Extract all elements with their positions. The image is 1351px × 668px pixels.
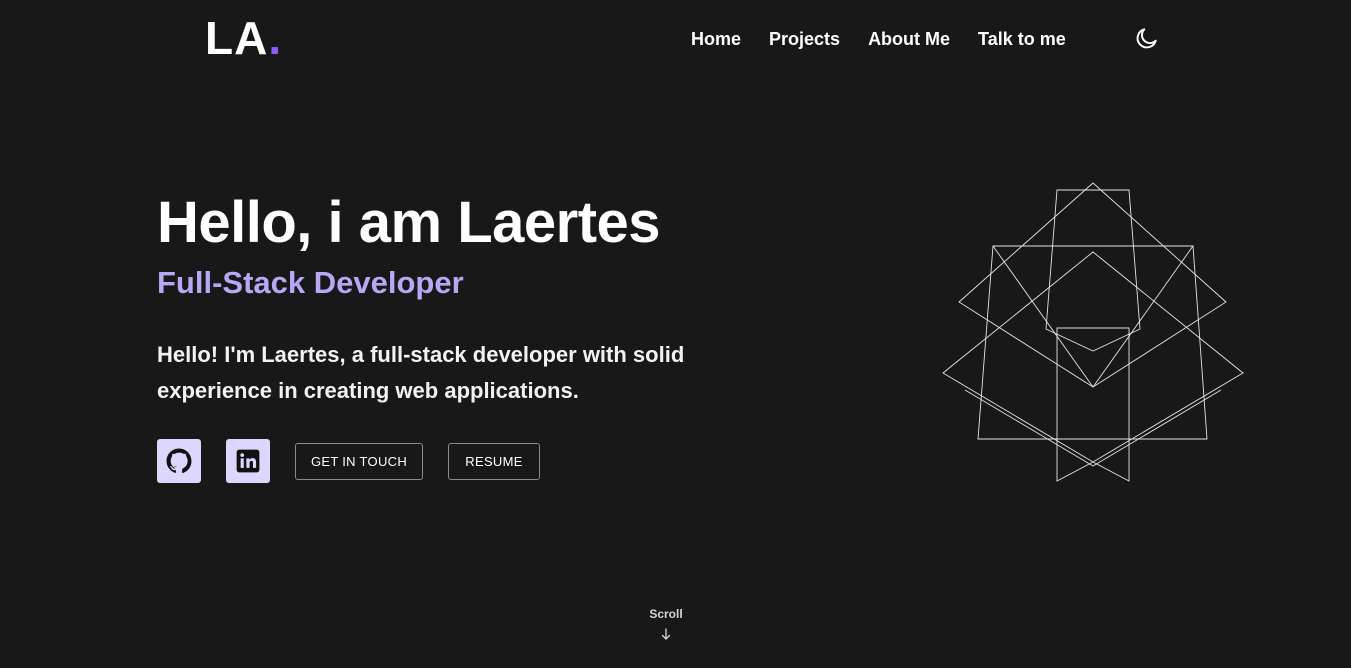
page: LA. Home Projects About Me Talk to me He… — [0, 0, 1351, 668]
hero-title: Hello, i am Laertes — [157, 190, 661, 255]
logo[interactable]: LA. — [205, 10, 282, 66]
scroll-indicator[interactable]: Scroll — [626, 606, 706, 640]
github-button[interactable] — [157, 439, 201, 483]
geometric-wireframe-illustration — [942, 182, 1244, 482]
nav-talk-to-me[interactable]: Talk to me — [978, 27, 1066, 51]
main-nav: Home Projects About Me Talk to me — [691, 27, 1066, 51]
github-icon — [166, 448, 192, 474]
hero-subtitle: Full-Stack Developer — [157, 265, 464, 300]
linkedin-button[interactable] — [226, 439, 270, 483]
get-in-touch-button[interactable]: GET IN TOUCH — [295, 443, 423, 480]
nav-projects[interactable]: Projects — [769, 27, 840, 51]
hero-description: Hello! I'm Laertes, a full-stack develop… — [157, 342, 685, 403]
theme-toggle-button[interactable] — [1134, 25, 1160, 51]
arrow-down-icon — [661, 628, 671, 640]
scroll-label: Scroll — [649, 607, 683, 621]
logo-dot: . — [268, 12, 283, 64]
moon-icon — [1136, 28, 1157, 49]
nav-about-me[interactable]: About Me — [868, 27, 950, 51]
nav-home[interactable]: Home — [691, 27, 741, 51]
logo-text: LA — [205, 12, 269, 64]
resume-button[interactable]: RESUME — [448, 443, 540, 480]
linkedin-icon — [236, 449, 260, 473]
